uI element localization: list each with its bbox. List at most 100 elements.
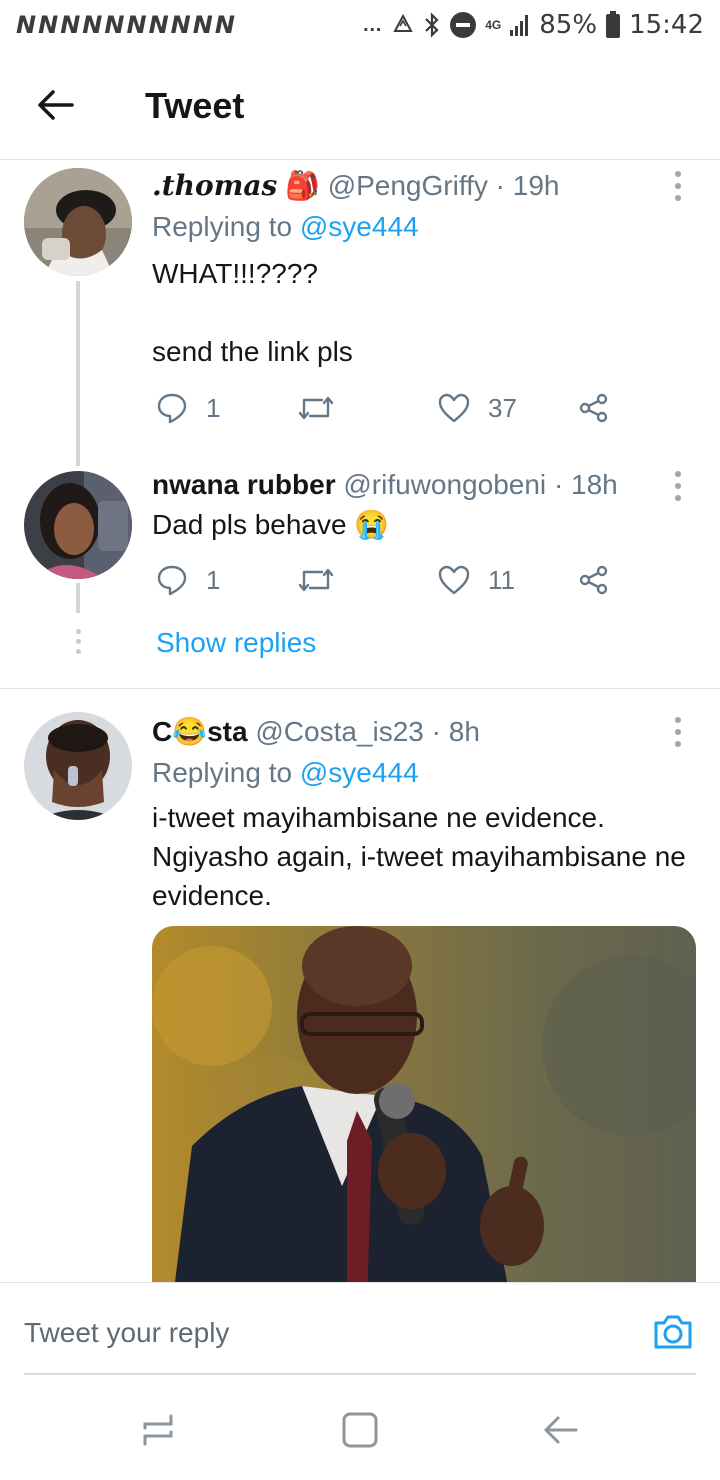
status-bar: N N N N N N N N N N … 4G 85% 15:42 xyxy=(0,0,720,50)
notification-n-icon: N xyxy=(104,11,124,39)
share-button[interactable] xyxy=(578,560,610,600)
share-button[interactable] xyxy=(578,388,610,428)
tweet-item[interactable]: nwana rubber @rifuwongobeni · 18h Dad pl… xyxy=(0,461,720,689)
laughing-emoji: 😂 xyxy=(172,716,208,747)
display-name[interactable]: .thomas xyxy=(152,169,277,202)
backpack-emoji: 🎒 xyxy=(285,170,320,201)
retweet-button[interactable] xyxy=(298,388,334,428)
replying-label: Replying to xyxy=(152,757,293,788)
home-icon xyxy=(342,1412,378,1448)
replying-to: Replying to @sye444 xyxy=(152,211,419,243)
like-count: 37 xyxy=(488,392,517,423)
handle[interactable]: @Costa_is23 xyxy=(255,716,424,747)
handle[interactable]: @PengGriffy xyxy=(328,170,488,201)
notification-n-icon: N xyxy=(214,11,235,39)
more-options-button[interactable] xyxy=(672,471,684,501)
notification-n-icon: N xyxy=(82,11,102,39)
clock: 15:42 xyxy=(629,10,704,40)
back-arrow-icon xyxy=(544,1416,578,1444)
recent-apps-icon xyxy=(143,1414,173,1446)
tweet-reply-input[interactable] xyxy=(24,1313,584,1353)
avatar[interactable] xyxy=(24,471,132,579)
avatar[interactable] xyxy=(24,712,132,820)
thread-continuation-dots xyxy=(74,629,82,654)
tweet-actions: 1 37 xyxy=(152,388,622,428)
replying-to: Replying to @sye444 xyxy=(152,757,419,789)
do-not-disturb-icon xyxy=(450,12,477,38)
display-name-part: C xyxy=(152,716,173,747)
system-navigation-bar xyxy=(0,1378,720,1480)
display-name[interactable]: C😂sta xyxy=(152,716,248,747)
reply-icon xyxy=(157,393,187,424)
tweet-header: nwana rubber @rifuwongobeni · 18h xyxy=(152,469,618,501)
battery-icon xyxy=(606,11,621,38)
like-button[interactable]: 11 xyxy=(438,560,515,600)
avatar-photo xyxy=(24,712,132,820)
tweet-media-image[interactable] xyxy=(152,926,696,1282)
tweet-text: WHAT!!!???? send the link pls xyxy=(152,258,353,367)
home-button[interactable] xyxy=(338,1408,382,1452)
reply-count: 1 xyxy=(206,392,221,423)
retweet-icon xyxy=(298,568,334,592)
input-underline xyxy=(24,1373,696,1375)
share-icon xyxy=(579,393,608,423)
camera-button[interactable] xyxy=(652,1311,694,1353)
page-title: Tweet xyxy=(145,85,245,126)
tweet-feed[interactable]: .thomas 🎒 @PengGriffy · 19h Replying to … xyxy=(0,161,720,1282)
notification-n-icon: N xyxy=(148,11,169,39)
reply-icon xyxy=(157,565,187,596)
display-name-part: sta xyxy=(207,716,248,747)
thread-line xyxy=(76,281,80,466)
tweet-header: .thomas 🎒 @PengGriffy · 19h xyxy=(152,169,560,202)
system-status: … 4G 85% 15:42 xyxy=(362,8,704,42)
tweet-item[interactable]: C😂sta @Costa_is23 · 8h Replying to @sye4… xyxy=(0,707,720,1282)
notification-n-icon: N xyxy=(126,11,146,39)
handle[interactable]: @rifuwongobeni xyxy=(343,469,546,500)
notification-n-icon: N xyxy=(192,11,213,39)
retweet-icon xyxy=(298,396,334,420)
signal-icon xyxy=(510,15,529,36)
tweet-header: C😂sta @Costa_is23 · 8h xyxy=(152,715,480,748)
app-header: Tweet xyxy=(0,50,720,160)
arrow-left-icon xyxy=(38,90,74,120)
more-notifications-icon: … xyxy=(362,13,384,36)
tweet-actions: 1 11 xyxy=(152,560,622,600)
notification-n-icon: N xyxy=(60,11,80,39)
replying-label: Replying to xyxy=(152,211,293,242)
mention-link[interactable]: @sye444 xyxy=(300,211,419,242)
system-back-button[interactable] xyxy=(538,1408,582,1452)
like-button[interactable]: 37 xyxy=(438,388,517,428)
tweet-item[interactable]: .thomas 🎒 @PengGriffy · 19h Replying to … xyxy=(0,161,720,466)
notification-n-icon: N xyxy=(38,11,58,39)
media-photo xyxy=(152,926,696,1282)
mention-link[interactable]: @sye444 xyxy=(300,757,419,788)
back-button[interactable] xyxy=(30,80,80,130)
avatar[interactable] xyxy=(24,168,132,276)
camera-icon xyxy=(654,1315,692,1349)
bluetooth-icon xyxy=(425,12,439,38)
timestamp: · 18h xyxy=(553,469,618,500)
like-count: 11 xyxy=(488,564,515,595)
reply-button[interactable]: 1 xyxy=(156,388,220,428)
recent-apps-button[interactable] xyxy=(137,1408,181,1452)
more-options-button[interactable] xyxy=(672,171,684,201)
recycle-icon xyxy=(393,13,413,32)
show-replies-link[interactable]: Show replies xyxy=(156,627,316,659)
heart-icon xyxy=(438,565,470,595)
retweet-button[interactable] xyxy=(298,560,334,600)
avatar-photo xyxy=(24,168,132,276)
tweet-text: i-tweet mayihambisane ne evidence. Ngiya… xyxy=(152,802,686,911)
heart-icon xyxy=(438,393,470,423)
avatar-photo xyxy=(24,471,132,579)
reply-button[interactable]: 1 xyxy=(156,560,220,600)
notification-icons: N N N N N N N N N N xyxy=(16,8,237,42)
timestamp: · 8h xyxy=(431,716,480,747)
more-options-button[interactable] xyxy=(672,717,684,747)
share-icon xyxy=(579,565,608,595)
display-name[interactable]: nwana rubber xyxy=(152,469,336,500)
notification-n-icon: N xyxy=(170,11,191,39)
thread-line xyxy=(76,583,80,613)
network-type: 4G xyxy=(485,17,502,32)
reply-composer xyxy=(0,1282,720,1377)
divider xyxy=(0,688,720,689)
